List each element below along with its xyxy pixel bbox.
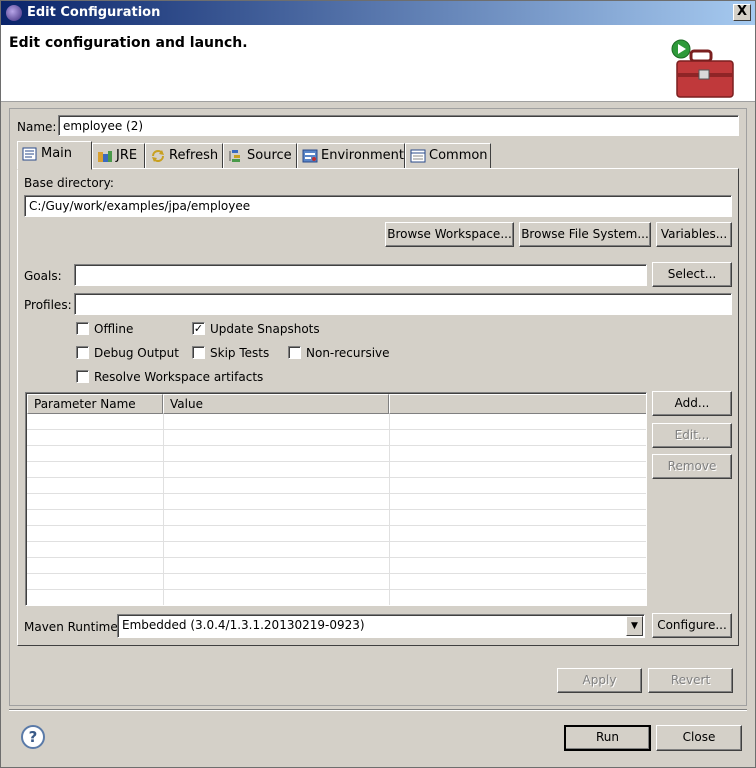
name-label: Name: xyxy=(17,120,57,134)
select-goals-button[interactable]: Select... xyxy=(652,262,732,287)
debug-output-checkbox[interactable] xyxy=(76,346,89,359)
tab-environment-label: Environment xyxy=(321,148,405,163)
table-row[interactable] xyxy=(27,430,646,446)
profiles-label: Profiles: xyxy=(24,298,72,312)
tab-refresh[interactable]: Refresh xyxy=(145,143,223,169)
table-row[interactable] xyxy=(27,510,646,526)
main-tab-icon xyxy=(22,147,37,160)
environment-icon xyxy=(302,149,318,162)
table-row[interactable] xyxy=(27,574,646,590)
maven-runtime-value: Embedded (3.0.4/1.3.1.20130219-0923) xyxy=(122,618,365,632)
checkmark-icon: ✓ xyxy=(193,322,204,335)
tab-common-label: Common xyxy=(429,148,488,163)
apply-button[interactable]: Apply xyxy=(557,668,642,693)
table-row[interactable] xyxy=(27,446,646,462)
window-title: Edit Configuration xyxy=(27,5,161,20)
column-header-empty xyxy=(389,394,646,414)
close-window-button[interactable]: X xyxy=(733,4,751,21)
header-heading: Edit configuration and launch. xyxy=(9,35,248,51)
column-header-parameter-name[interactable]: Parameter Name xyxy=(27,394,163,414)
profiles-input[interactable] xyxy=(74,293,732,315)
table-row[interactable] xyxy=(27,542,646,558)
table-row[interactable] xyxy=(27,414,646,430)
offline-label: Offline xyxy=(94,322,134,336)
tab-common[interactable]: Common xyxy=(405,143,491,169)
tab-refresh-label: Refresh xyxy=(169,148,219,163)
variables-button[interactable]: Variables... xyxy=(656,222,732,247)
table-row[interactable] xyxy=(27,462,646,478)
goals-input[interactable] xyxy=(74,264,647,286)
browse-file-system-button[interactable]: Browse File System... xyxy=(519,222,651,247)
update-snapshots-checkbox[interactable]: ✓ xyxy=(192,322,205,335)
launch-toolbox-icon xyxy=(671,39,734,98)
title-bar[interactable]: Edit Configuration X xyxy=(1,1,755,25)
tab-environment[interactable]: Environment xyxy=(297,143,405,169)
edit-configuration-dialog: Edit Configuration X Edit configuration … xyxy=(0,0,756,768)
tab-source[interactable]: Source xyxy=(223,143,297,169)
offline-checkbox[interactable] xyxy=(76,322,89,335)
tab-main[interactable]: Main xyxy=(17,141,92,170)
base-directory-input[interactable]: C:/Guy/work/examples/jpa/employee xyxy=(24,195,732,217)
debug-output-label: Debug Output xyxy=(94,346,179,360)
help-icon[interactable]: ? xyxy=(21,725,45,749)
eclipse-icon xyxy=(6,5,22,21)
tab-jre[interactable]: JRE xyxy=(92,143,145,169)
jre-icon xyxy=(98,150,112,162)
close-button[interactable]: Close xyxy=(656,725,742,751)
refresh-icon xyxy=(152,149,164,162)
table-row[interactable] xyxy=(27,526,646,542)
remove-parameter-button[interactable]: Remove xyxy=(652,454,732,479)
tab-jre-label: JRE xyxy=(116,148,138,163)
skip-tests-label: Skip Tests xyxy=(210,346,270,360)
configure-runtime-button[interactable]: Configure... xyxy=(652,613,732,638)
name-input[interactable]: employee (2) xyxy=(58,115,739,136)
skip-tests-checkbox[interactable] xyxy=(192,346,205,359)
goals-label: Goals: xyxy=(24,269,62,283)
base-directory-label: Base directory: xyxy=(24,176,114,190)
column-header-value[interactable]: Value xyxy=(163,394,389,414)
edit-parameter-button[interactable]: Edit... xyxy=(652,423,732,448)
table-row[interactable] xyxy=(27,478,646,494)
update-snapshots-label: Update Snapshots xyxy=(210,322,320,336)
tab-source-label: Source xyxy=(247,148,292,163)
table-header: Parameter Name Value xyxy=(27,394,646,414)
add-parameter-button[interactable]: Add... xyxy=(652,391,732,416)
footer-separator xyxy=(9,709,747,711)
resolve-workspace-checkbox[interactable] xyxy=(76,370,89,383)
non-recursive-checkbox[interactable] xyxy=(288,346,301,359)
common-icon xyxy=(410,149,426,162)
chevron-down-icon[interactable]: ▼ xyxy=(626,616,643,636)
dialog-header: Edit configuration and launch. xyxy=(1,25,755,102)
resolve-workspace-label: Resolve Workspace artifacts xyxy=(94,370,264,384)
revert-button[interactable]: Revert xyxy=(648,668,733,693)
table-row[interactable] xyxy=(27,590,646,605)
source-icon xyxy=(229,149,240,162)
browse-workspace-button[interactable]: Browse Workspace... xyxy=(385,222,514,247)
table-row[interactable] xyxy=(27,494,646,510)
table-row[interactable] xyxy=(27,558,646,574)
non-recursive-label: Non-recursive xyxy=(306,346,390,360)
run-button[interactable]: Run xyxy=(564,725,651,751)
tab-main-label: Main xyxy=(41,146,73,161)
maven-runtime-select[interactable]: Embedded (3.0.4/1.3.1.20130219-0923) ▼ xyxy=(117,614,645,638)
parameters-table[interactable]: Parameter Name Value xyxy=(25,392,647,606)
maven-runtime-label: Maven Runtime: xyxy=(24,620,122,634)
